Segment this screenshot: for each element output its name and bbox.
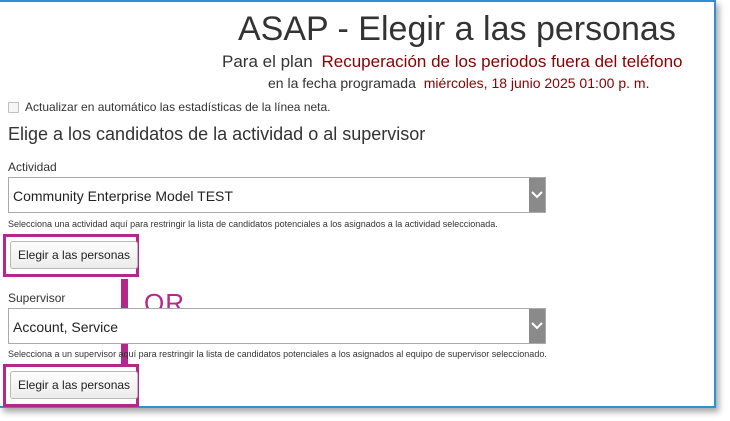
chevron-down-icon[interactable] [529,178,545,212]
date-prefix: en la fecha programada [268,75,416,91]
activity-button-highlight: Elegir a las personas [3,234,139,277]
chevron-down-icon[interactable] [529,309,545,343]
page-title: ASAP - Elegir a las personas [238,10,676,48]
auto-refresh-label: Actualizar en automático las estadística… [25,100,331,114]
supervisor-selected-value: Account, Service [13,319,119,335]
supervisor-label: Supervisor [8,291,66,305]
scheduled-date: miércoles, 18 junio 2025 01:00 p. m. [423,75,650,91]
supervisor-select[interactable]: Account, Service [8,308,546,344]
plan-line: Para el plan Recuperación de los periodo… [222,52,683,72]
plan-prefix: Para el plan [222,52,313,71]
activity-selected-value: Community Enterprise Model TEST [13,188,233,204]
supervisor-button-highlight: Elegir a las personas [3,364,139,407]
activity-help-text: Selecciona una actividad aquí para restr… [8,219,498,229]
auto-refresh-row: Actualizar en automático las estadística… [8,100,331,114]
activity-label: Actividad [8,160,57,174]
supervisor-help-text: Selecciona a un supervisor aquí para res… [8,349,547,359]
activity-select[interactable]: Community Enterprise Model TEST [8,177,546,213]
auto-refresh-checkbox[interactable] [8,101,19,113]
supervisor-choose-people-button[interactable]: Elegir a las personas [10,371,139,399]
section-heading: Elige a los candidatos de la actividad o… [8,124,426,144]
date-line: en la fecha programada miércoles, 18 jun… [268,75,649,91]
activity-choose-people-button[interactable]: Elegir a las personas [10,241,139,269]
plan-name: Recuperación de los periodos fuera del t… [321,52,683,71]
dialog-frame: ASAP - Elegir a las personas Para el pla… [0,0,716,408]
